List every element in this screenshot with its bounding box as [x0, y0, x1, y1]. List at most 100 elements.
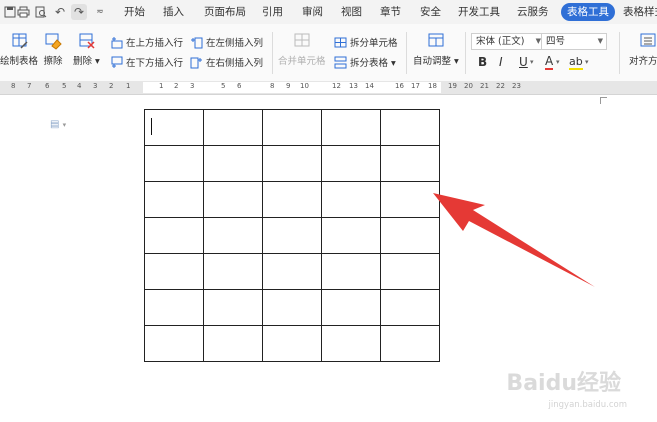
tab-table-style[interactable]: 表格样式 — [623, 0, 657, 24]
table-cell[interactable] — [144, 253, 204, 290]
table-row — [144, 289, 440, 326]
align-button[interactable]: 对齐方式 — [629, 32, 657, 67]
highlight-button[interactable]: ab — [569, 55, 583, 70]
ruler-tick: 10 — [300, 82, 309, 90]
merge-cells-button[interactable]: 合并单元格 — [278, 32, 326, 67]
table-cell[interactable] — [262, 289, 322, 326]
insert-column-left-button[interactable]: 在左侧插入列 — [190, 34, 263, 50]
table-cell[interactable] — [321, 145, 381, 182]
table-cell[interactable] — [203, 253, 263, 290]
tab-page-layout[interactable]: 页面布局 — [204, 0, 246, 24]
table-row — [144, 181, 440, 218]
underline-button[interactable]: U — [519, 55, 528, 69]
table-cell[interactable] — [144, 289, 204, 326]
table-cell[interactable] — [321, 253, 381, 290]
draw-table-button[interactable]: 绘制表格 — [0, 32, 38, 67]
table-cell[interactable] — [321, 109, 381, 146]
tab-review[interactable]: 审阅 — [302, 0, 323, 24]
font-color-button[interactable]: A — [545, 55, 554, 70]
table-cell[interactable] — [144, 325, 204, 362]
table-cell[interactable] — [262, 253, 322, 290]
split-cells-button[interactable]: 拆分单元格 — [334, 34, 398, 50]
table-cell[interactable] — [203, 181, 263, 218]
insert-below-icon — [111, 56, 123, 68]
tab-security[interactable]: 安全 — [420, 0, 441, 24]
table-cell[interactable] — [380, 325, 440, 362]
table-cell[interactable] — [380, 109, 440, 146]
italic-button[interactable]: I — [499, 55, 503, 69]
table-cell[interactable] — [203, 325, 263, 362]
tab-references[interactable]: 引用 — [262, 0, 283, 24]
auto-fit-button[interactable]: 自动调整 ▾ — [413, 32, 459, 67]
ribbon-divider — [619, 32, 620, 74]
undo-icon[interactable]: ↶ — [52, 4, 68, 20]
table-cell[interactable] — [321, 325, 381, 362]
table-cell[interactable] — [203, 109, 263, 146]
font-size-select[interactable]: 四号 ▼ — [541, 33, 607, 50]
ruler-tick: 4 — [77, 82, 82, 90]
chevron-down-icon: ▼ — [597, 37, 603, 45]
print-icon[interactable] — [15, 4, 31, 20]
insert-above-icon — [111, 36, 123, 48]
table-cell[interactable] — [262, 145, 322, 182]
table-row — [144, 109, 440, 146]
insert-row-below-button[interactable]: 在下方插入行 — [110, 54, 183, 70]
document-icon[interactable]: ▤ ▾ — [50, 119, 66, 130]
font-family-select[interactable]: 宋体 (正文) ▼ — [471, 33, 545, 50]
tab-cloud-service[interactable]: 云服务 — [517, 0, 549, 24]
table-cell[interactable] — [144, 145, 204, 182]
delete-button[interactable]: 删除 ▾ — [73, 32, 100, 67]
insert-right-icon — [190, 57, 202, 68]
tab-chapter[interactable]: 章节 — [380, 0, 401, 24]
table-cell[interactable] — [144, 217, 204, 254]
chevron-down-icon[interactable]: ▾ — [556, 58, 560, 66]
ruler-tick: 6 — [45, 82, 50, 90]
print-preview-icon[interactable] — [33, 4, 49, 20]
delete-table-icon — [79, 33, 95, 49]
customize-toolbar-icon[interactable]: ≂ — [92, 4, 108, 20]
ruler-tick: 1 — [126, 82, 131, 90]
tab-table-tools[interactable]: 表格工具 — [561, 3, 615, 21]
ribbon-divider — [406, 32, 407, 74]
table-cell[interactable] — [203, 145, 263, 182]
tab-start[interactable]: 开始 — [124, 0, 145, 24]
table-cell[interactable] — [262, 109, 322, 146]
table-cell[interactable] — [262, 217, 322, 254]
draw-table-icon — [12, 33, 28, 49]
ruler-tick: 3 — [190, 82, 195, 90]
ruler-tick: 6 — [237, 82, 242, 90]
chevron-down-icon[interactable]: ▾ — [530, 58, 534, 66]
table-cell[interactable] — [262, 325, 322, 362]
ruler-tick: 16 — [395, 82, 404, 90]
table-cell[interactable] — [203, 217, 263, 254]
tab-developer[interactable]: 开发工具 — [458, 0, 500, 24]
chevron-down-icon[interactable]: ▾ — [585, 58, 589, 66]
horizontal-ruler[interactable]: 8 7 6 5 4 3 2 1 1 2 3 5 6 8 9 10 12 13 1… — [0, 81, 657, 95]
table-cell[interactable] — [144, 109, 204, 146]
merge-cells-label: 合并单元格 — [278, 56, 326, 67]
red-arrow-annotation — [433, 193, 595, 287]
tab-insert[interactable]: 插入 — [163, 0, 184, 24]
table-cell[interactable] — [321, 181, 381, 218]
table-row — [144, 217, 440, 254]
split-table-button[interactable]: 拆分表格 ▾ — [334, 54, 396, 70]
erase-button[interactable]: 擦除 — [43, 32, 63, 67]
table-cell[interactable] — [262, 181, 322, 218]
ribbon: 绘制表格 擦除 删除 ▾ 在上方插入行 在下方插入行 在左侧插入列 在右侧插入列… — [0, 24, 657, 82]
table[interactable] — [144, 109, 440, 362]
insert-row-above-button[interactable]: 在上方插入行 — [110, 34, 183, 50]
ruler-tick: 9 — [286, 82, 291, 90]
table-cell[interactable] — [203, 289, 263, 326]
table-cell[interactable] — [144, 181, 204, 218]
table-cell[interactable] — [321, 217, 381, 254]
table-cell[interactable] — [321, 289, 381, 326]
insert-column-right-button[interactable]: 在右侧插入列 — [190, 54, 263, 70]
ruler-tick: 19 — [448, 82, 457, 90]
redo-icon[interactable]: ↷ — [71, 4, 87, 20]
merge-cells-icon — [294, 33, 310, 47]
eraser-icon — [45, 33, 62, 50]
tab-view[interactable]: 视图 — [341, 0, 362, 24]
page-margin-marker — [600, 97, 607, 104]
bold-button[interactable]: B — [478, 55, 487, 69]
ruler-tick: 5 — [62, 82, 67, 90]
